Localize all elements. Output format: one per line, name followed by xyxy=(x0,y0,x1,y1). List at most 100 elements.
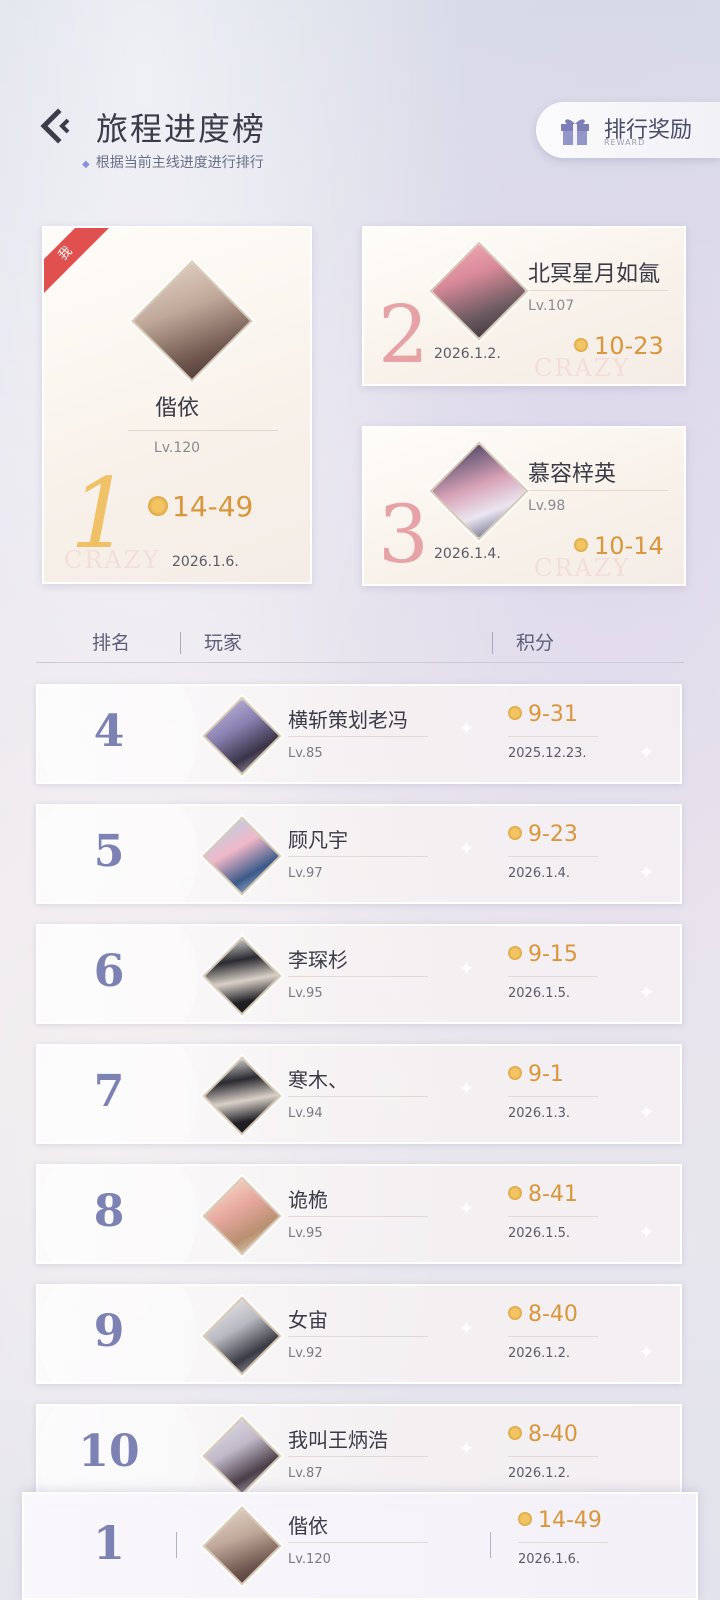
page-subtitle: ◆ 根据当前主线进度进行排行 xyxy=(82,152,264,172)
player-level: Lv.94 xyxy=(288,1106,323,1121)
player-score: 8-40 xyxy=(508,1422,578,1447)
avatar[interactable] xyxy=(429,241,529,341)
score-value: 8-40 xyxy=(528,1302,578,1327)
sparkle-icon: ✦ xyxy=(458,836,475,860)
divider xyxy=(288,1216,428,1217)
score-coin-icon xyxy=(508,1186,522,1200)
player-score: 8-40 xyxy=(508,1302,578,1327)
rank-number: 9 xyxy=(93,1306,125,1357)
avatar[interactable] xyxy=(202,1056,282,1136)
back-arrow-icon[interactable] xyxy=(38,106,74,146)
sparkle-icon: ✦ xyxy=(458,1436,475,1460)
table-row[interactable]: ✦ ✦ 6 李琛杉 Lv.95 9-15 2026.1.5. xyxy=(36,924,682,1024)
divider xyxy=(508,976,598,977)
score-coin-icon xyxy=(148,496,168,516)
avatar[interactable] xyxy=(202,696,282,776)
rank-2-card[interactable]: 2 北冥星月如氤 Lv.107 2026.1.2. 10-23 CRAZY xyxy=(362,226,686,386)
divider xyxy=(288,1542,428,1543)
score-coin-icon xyxy=(508,1426,522,1440)
divider xyxy=(508,1096,598,1097)
sparkle-icon: ✦ xyxy=(458,956,475,980)
player-date: 2026.1.5. xyxy=(508,1226,571,1241)
rank-3-card[interactable]: 3 慕容梓英 Lv.98 2026.1.4. 10-14 CRAZY xyxy=(362,426,686,586)
avatar[interactable] xyxy=(202,1506,282,1586)
score-coin-icon xyxy=(574,538,588,552)
player-level: Lv.85 xyxy=(288,746,323,761)
page-title: 旅程进度榜 xyxy=(96,110,267,148)
player-level: Lv.92 xyxy=(288,1346,323,1361)
avatar[interactable] xyxy=(202,1296,282,1376)
sparkle-icon: ✦ xyxy=(638,1220,655,1244)
player-score: 9-31 xyxy=(508,702,578,727)
divider xyxy=(288,1096,428,1097)
player-name: 诡桅 xyxy=(288,1188,328,1212)
player-name: 偕依 xyxy=(154,396,199,421)
column-separator xyxy=(490,1532,491,1558)
divider xyxy=(508,1336,598,1337)
player-date: 2026.1.6. xyxy=(518,1552,581,1567)
reward-sub-label: REWARD xyxy=(604,138,646,147)
my-rank-bar[interactable]: 1 偕依 Lv.120 14-49 2026.1.6. xyxy=(22,1492,698,1600)
player-level: Lv.95 xyxy=(288,986,323,1001)
player-level: Lv.98 xyxy=(528,498,566,514)
avatar[interactable] xyxy=(202,936,282,1016)
rank-1-card[interactable]: 我 1 偕依 Lv.120 14-49 2026.1.6. CRAZY xyxy=(42,226,312,584)
player-name: 我叫王炳浩 xyxy=(288,1428,388,1452)
sparkle-icon: ✦ xyxy=(458,1316,475,1340)
player-date: 2026.1.4. xyxy=(434,546,501,562)
rank-number: 4 xyxy=(93,706,125,757)
score-value: 14-49 xyxy=(172,490,254,523)
player-name: 李琛杉 xyxy=(288,948,348,972)
header-divider xyxy=(36,662,684,663)
player-date: 2025.12.23. xyxy=(508,746,587,761)
score-value: 9-23 xyxy=(528,822,578,847)
player-score: 9-15 xyxy=(508,942,578,967)
table-row[interactable]: ✦ ✦ 4 横斩策划老冯 Lv.85 9-31 2025.12.23. xyxy=(36,684,682,784)
sparkle-icon: ✦ xyxy=(638,1340,655,1364)
player-name: 慕容梓英 xyxy=(528,462,617,487)
table-row[interactable]: ✦ ✦ 9 女宙 Lv.92 8-40 2026.1.2. xyxy=(36,1284,682,1384)
rank-number: 7 xyxy=(93,1066,125,1117)
player-level: Lv.120 xyxy=(288,1552,331,1567)
score-value: 8-40 xyxy=(528,1422,578,1447)
column-separator xyxy=(492,632,493,654)
player-score: 9-1 xyxy=(508,1062,564,1087)
column-rank-header: 排名 xyxy=(92,632,131,654)
player-date: 2026.1.3. xyxy=(508,1106,571,1121)
divider xyxy=(288,1456,428,1457)
avatar[interactable] xyxy=(429,441,529,541)
player-level: Lv.95 xyxy=(288,1226,323,1241)
player-score: 14-49 xyxy=(148,490,253,523)
score-coin-icon xyxy=(508,706,522,720)
table-row[interactable]: ✦ ✦ 8 诡桅 Lv.95 8-41 2026.1.5. xyxy=(36,1164,682,1264)
table-row[interactable]: ✦ 10 我叫王炳浩 Lv.87 8-40 2026.1.2. xyxy=(36,1404,682,1504)
player-name: 偕依 xyxy=(288,1514,328,1538)
player-date: 2026.1.2. xyxy=(434,346,501,362)
divider xyxy=(288,1336,428,1337)
sparkle-icon: ✦ xyxy=(638,860,655,884)
table-row[interactable]: ✦ ✦ 7 寒木、 Lv.94 9-1 2026.1.3. xyxy=(36,1044,682,1144)
avatar[interactable] xyxy=(202,1176,282,1256)
divider xyxy=(288,736,428,737)
column-player-header: 玩家 xyxy=(204,632,243,654)
rank-number: 10 xyxy=(78,1426,140,1477)
divider xyxy=(128,430,278,431)
divider xyxy=(508,736,598,737)
gift-icon xyxy=(561,119,589,145)
rank-number: 5 xyxy=(93,826,125,877)
avatar[interactable] xyxy=(202,816,282,896)
divider xyxy=(288,976,428,977)
avatar[interactable] xyxy=(131,260,253,382)
player-date: 2026.1.5. xyxy=(508,986,571,1001)
reward-button[interactable]: 排行奖励 REWARD xyxy=(536,102,720,158)
table-row[interactable]: ✦ ✦ 5 顾凡宇 Lv.97 9-23 2026.1.4. xyxy=(36,804,682,904)
divider xyxy=(518,1542,608,1543)
watermark: CRAZY xyxy=(534,554,631,582)
rank-number: 6 xyxy=(93,946,125,997)
watermark: CRAZY xyxy=(64,546,161,574)
player-level: Lv.120 xyxy=(153,440,201,456)
avatar[interactable] xyxy=(202,1416,282,1496)
sparkle-icon: ✦ xyxy=(638,1100,655,1124)
sparkle-icon: ✦ xyxy=(458,1196,475,1220)
player-name: 北冥星月如氤 xyxy=(528,262,661,287)
